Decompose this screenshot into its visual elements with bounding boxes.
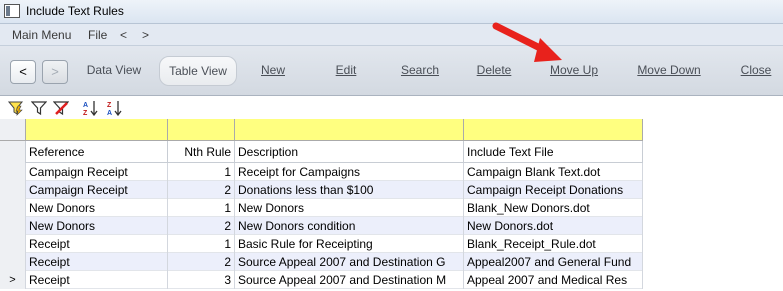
table-row[interactable]: New Donors 1 New Donors Blank_New Donors.do… [0, 199, 643, 217]
move-down-button[interactable]: Move Down [630, 56, 708, 86]
cell-description[interactable]: New Donors condition [235, 217, 464, 235]
column-header-nth-rule[interactable]: Nth Rule [168, 141, 235, 163]
cell-include-text-file[interactable]: New Donors.dot [464, 217, 643, 235]
cell-nth-rule[interactable]: 2 [168, 181, 235, 199]
cell-reference[interactable]: Receipt [26, 253, 168, 271]
row-selector[interactable] [0, 217, 26, 235]
cell-reference[interactable]: Campaign Receipt [26, 163, 168, 181]
table-row[interactable]: New Donors 2 New Donors condition New Donor… [0, 217, 643, 235]
cell-nth-rule[interactable]: 1 [168, 199, 235, 217]
cell-description[interactable]: Source Appeal 2007 and Destination G [235, 253, 464, 271]
menu-back[interactable]: < [120, 28, 127, 42]
search-button[interactable]: Search [393, 56, 447, 86]
cell-reference[interactable]: Campaign Receipt [26, 181, 168, 199]
svg-text:Z: Z [83, 110, 88, 116]
title-bar: Include Text Rules [0, 0, 783, 24]
cell-description[interactable]: Source Appeal 2007 and Destination M [235, 271, 464, 289]
data-view-button[interactable]: Data View [78, 56, 150, 86]
edit-button[interactable]: Edit [325, 56, 367, 86]
filter-lightning-icon[interactable] [8, 100, 24, 116]
grid-empty-area [643, 141, 783, 291]
cell-description[interactable]: Receipt for Campaigns [235, 163, 464, 181]
cell-include-text-file[interactable]: Campaign Blank Text.dot [464, 163, 643, 181]
column-header-include-text-file[interactable]: Include Text File [464, 141, 643, 163]
cell-include-text-file[interactable]: Blank_Receipt_Rule.dot [464, 235, 643, 253]
row-selector[interactable] [0, 253, 26, 271]
edit-label: Edit [335, 63, 357, 77]
data-view-label: Data View [86, 63, 142, 77]
filter-row-selector [0, 119, 26, 141]
cell-include-text-file[interactable]: Appeal 2007 and Medical Res [464, 271, 643, 289]
cell-reference[interactable]: Receipt [26, 271, 168, 289]
column-header-description[interactable]: Description [235, 141, 464, 163]
grid-header-row: Reference Nth Rule Description Include T… [0, 141, 643, 163]
grid-filter-row [0, 119, 643, 141]
cell-description[interactable]: Basic Rule for Receipting [235, 235, 464, 253]
table-row[interactable]: Campaign Receipt 2 Donations less than $10… [0, 181, 643, 199]
row-selector[interactable] [0, 181, 26, 199]
cell-description[interactable]: New Donors [235, 199, 464, 217]
menu-main-menu[interactable]: Main Menu [12, 28, 71, 42]
filter-toolbar: A Z Z A [0, 97, 783, 119]
cell-reference[interactable]: Receipt [26, 235, 168, 253]
sort-ascending-icon[interactable]: A Z [82, 100, 98, 116]
filter-cell-reference[interactable] [26, 119, 168, 141]
cell-include-text-file[interactable]: Appeal2007 and General Fund [464, 253, 643, 271]
filter-cell-description[interactable] [235, 119, 464, 141]
toolbar: < > Data View Table View New Edit Search… [0, 46, 783, 96]
cell-reference[interactable]: New Donors [26, 217, 168, 235]
cell-nth-rule[interactable]: 2 [168, 217, 235, 235]
annotation-arrow-icon [492, 22, 562, 62]
cell-reference[interactable]: New Donors [26, 199, 168, 217]
window-title: Include Text Rules [26, 4, 124, 18]
close-button[interactable]: Close [734, 56, 778, 86]
menu-bar: Main Menu File < > [0, 24, 783, 46]
search-label: Search [400, 63, 440, 77]
new-label: New [260, 63, 285, 77]
cell-description[interactable]: Donations less than $100 [235, 181, 464, 199]
svg-text:A: A [107, 110, 112, 116]
row-selector[interactable]: > [0, 271, 26, 289]
svg-text:A: A [83, 102, 88, 109]
sort-descending-icon[interactable]: Z A [106, 100, 122, 116]
move-down-label: Move Down [637, 63, 701, 77]
table-row[interactable]: > Receipt 3 Source Appeal 2007 and Destinat… [0, 271, 643, 289]
table-row[interactable]: Receipt 1 Basic Rule for Receipting Blank_R… [0, 235, 643, 253]
cell-nth-rule[interactable]: 2 [168, 253, 235, 271]
table-view-label: Table View [169, 64, 227, 78]
column-header-reference[interactable]: Reference [26, 141, 168, 163]
new-button[interactable]: New [252, 56, 294, 86]
menu-forward[interactable]: > [142, 28, 149, 42]
app-window-icon [4, 4, 20, 18]
cell-include-text-file[interactable]: Campaign Receipt Donations [464, 181, 643, 199]
cell-nth-rule[interactable]: 3 [168, 271, 235, 289]
table-row[interactable]: Campaign Receipt 1 Receipt for Campaigns Ca… [0, 163, 643, 181]
cell-nth-rule[interactable]: 1 [168, 235, 235, 253]
close-label: Close [740, 63, 772, 77]
forward-button[interactable]: > [42, 60, 68, 84]
filter-cell-include-text-file[interactable] [464, 119, 643, 141]
row-selector[interactable] [0, 199, 26, 217]
filter-clear-icon[interactable] [53, 100, 69, 116]
menu-file[interactable]: File [88, 28, 107, 42]
cell-nth-rule[interactable]: 1 [168, 163, 235, 181]
cell-include-text-file[interactable]: Blank_New Donors.dot [464, 199, 643, 217]
filter-cell-nth-rule[interactable] [168, 119, 235, 141]
svg-text:Z: Z [107, 102, 112, 109]
filter-icon[interactable] [31, 100, 47, 116]
table-row[interactable]: Receipt 2 Source Appeal 2007 and Destinati… [0, 253, 643, 271]
header-selector [0, 141, 26, 163]
back-button[interactable]: < [10, 60, 36, 84]
row-selector[interactable] [0, 163, 26, 181]
table-view-button[interactable]: Table View [159, 56, 237, 86]
row-selector[interactable] [0, 235, 26, 253]
